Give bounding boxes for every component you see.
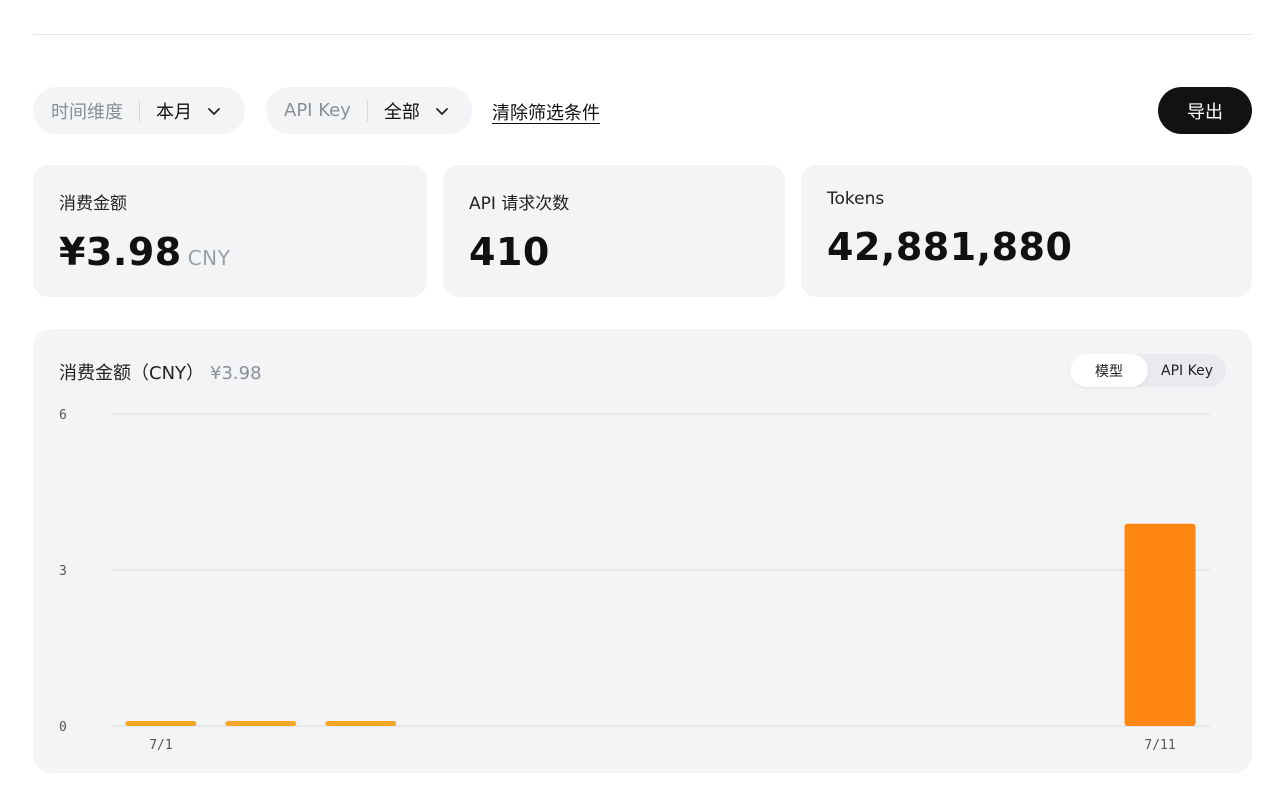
- api-key-select[interactable]: API Key 全部: [266, 87, 472, 134]
- top-divider: [33, 34, 1252, 35]
- chevron-down-icon: [435, 107, 448, 115]
- export-button[interactable]: 导出: [1158, 87, 1252, 134]
- cost-stat-value-row: ¥3.98 CNY: [59, 230, 401, 274]
- cost-stat-title: 消费金额: [59, 194, 127, 214]
- time-dimension-value: 本月: [156, 101, 192, 123]
- clear-filters-link[interactable]: 清除筛选条件: [492, 99, 600, 125]
- cost-stat-value: ¥3.98: [59, 230, 182, 274]
- api-key-label: API Key: [284, 100, 351, 121]
- time-dimension-select[interactable]: 时间维度 本月: [33, 87, 245, 134]
- cost-chart-card: 消费金额（CNY） ¥3.98 模型 API Key 0 3 6 7/1 7/11: [33, 329, 1252, 773]
- filter-bar: 时间维度 本月 API Key 全部 清除筛选条件 导出: [33, 87, 1252, 134]
- cost-bar-chart: 0 3 6 7/1 7/11: [59, 408, 1210, 753]
- time-dimension-label: 时间维度: [51, 101, 123, 123]
- bar: [125, 721, 197, 726]
- y-tick-label: 3: [59, 564, 67, 579]
- x-tick-label: 7/1: [149, 738, 172, 753]
- bar: [1124, 523, 1196, 726]
- chevron-down-icon: [208, 107, 220, 115]
- pill-separator: [366, 99, 368, 122]
- requests-stat-title: API 请求次数: [469, 194, 570, 214]
- requests-stat-card: API 请求次数 410: [443, 165, 785, 297]
- bar: [225, 721, 297, 726]
- cost-stat-unit: CNY: [187, 246, 231, 270]
- tokens-stat-title: Tokens: [827, 189, 885, 209]
- x-tick-label: 7/11: [1144, 738, 1175, 753]
- tokens-stat-card: Tokens 42,881,880: [801, 165, 1252, 297]
- y-tick-label: 0: [59, 720, 67, 735]
- bar: [325, 721, 397, 726]
- cost-stat-card: 消费金额 ¥3.98 CNY: [33, 165, 427, 297]
- pill-separator: [139, 99, 140, 122]
- requests-stat-value: 410: [469, 230, 550, 274]
- tokens-stat-value: 42,881,880: [827, 225, 1073, 269]
- api-key-value: 全部: [383, 101, 420, 123]
- y-tick-label: 6: [59, 408, 67, 423]
